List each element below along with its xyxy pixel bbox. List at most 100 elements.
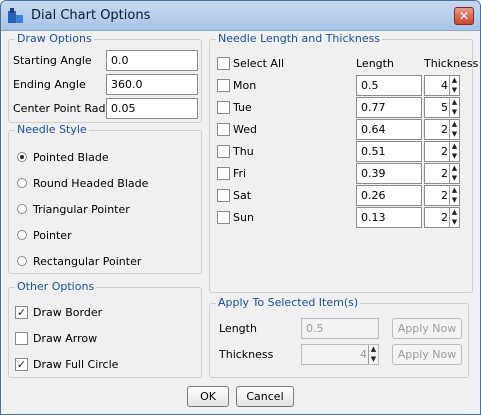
close-button[interactable]: ✕ (454, 7, 474, 25)
spin-up-icon[interactable]: ▲ (450, 98, 459, 107)
draw-full-circle-checkbox[interactable]: ✓ (15, 358, 28, 371)
wed-length-input[interactable]: 0.64 (356, 119, 422, 140)
center-radius-label: Center Point Radius (13, 102, 122, 115)
fri-thickness-spinner[interactable]: 2 ▲ ▼ (424, 163, 460, 184)
tue-label: Tue (233, 101, 252, 114)
fri-thickness-arrows[interactable]: ▲ ▼ (449, 164, 459, 183)
spin-down-icon[interactable]: ▼ (450, 86, 459, 95)
dialog-window: Dial Chart Options ✕ Draw Options Starti… (0, 0, 481, 415)
apply-thickness-spinner[interactable]: 4 ▲ ▼ (301, 344, 379, 365)
pointer-label[interactable]: Pointer (33, 229, 72, 242)
apply-length-input[interactable]: 0.5 (301, 318, 379, 339)
ending-angle-input[interactable]: 360.0 (106, 74, 198, 95)
needle-style-group: Needle Style Pointed Blade Round Headed … (8, 123, 202, 274)
spin-up-icon[interactable]: ▲ (450, 186, 459, 195)
apply-length-button[interactable]: Apply Now (392, 318, 462, 339)
sun-label: Sun (233, 211, 254, 224)
mon-thickness-spinner[interactable]: 4 ▲ ▼ (424, 75, 460, 96)
wed-checkbox[interactable] (217, 123, 230, 136)
spin-down-icon[interactable]: ▼ (450, 174, 459, 183)
sun-thickness-spinner[interactable]: 2 ▲ ▼ (424, 207, 460, 228)
starting-angle-label: Starting Angle (13, 54, 92, 67)
spin-up-icon[interactable]: ▲ (369, 345, 378, 354)
thu-length-input[interactable]: 0.51 (356, 141, 422, 162)
thu-thickness-arrows[interactable]: ▲ ▼ (449, 142, 459, 161)
sat-length-input[interactable]: 0.26 (356, 185, 422, 206)
tue-thickness-value: 5 (441, 101, 448, 114)
thu-thickness-spinner[interactable]: 2 ▲ ▼ (424, 141, 460, 162)
sun-thickness-value: 2 (441, 211, 448, 224)
sun-length-input[interactable]: 0.13 (356, 207, 422, 228)
tue-length-input[interactable]: 0.77 (356, 97, 422, 118)
ok-button[interactable]: OK (187, 386, 229, 407)
wed-thickness-arrows[interactable]: ▲ ▼ (449, 120, 459, 139)
wed-thickness-spinner[interactable]: 2 ▲ ▼ (424, 119, 460, 140)
apply-selected-legend: Apply To Selected Item(s) (216, 296, 361, 309)
fri-checkbox[interactable] (217, 167, 230, 180)
tue-thickness-arrows[interactable]: ▲ ▼ (449, 98, 459, 117)
mon-length-input[interactable]: 0.5 (356, 75, 422, 96)
spin-up-icon[interactable]: ▲ (450, 142, 459, 151)
needle-style-legend: Needle Style (15, 123, 89, 136)
select-all-checkbox[interactable] (217, 57, 230, 70)
spin-down-icon[interactable]: ▼ (450, 196, 459, 205)
center-radius-input[interactable]: 0.05 (106, 98, 198, 119)
cancel-button[interactable]: Cancel (236, 386, 294, 407)
chart-app-icon (8, 8, 23, 23)
draw-options-legend: Draw Options (15, 32, 94, 45)
rectangular-pointer-label[interactable]: Rectangular Pointer (33, 255, 141, 268)
other-options-legend: Other Options (15, 280, 97, 293)
apply-length-label: Length (219, 322, 257, 335)
fri-length-input[interactable]: 0.39 (356, 163, 422, 184)
spin-down-icon[interactable]: ▼ (369, 355, 378, 364)
spin-down-icon[interactable]: ▼ (450, 152, 459, 161)
apply-thickness-label: Thickness (219, 348, 274, 361)
needle-length-thickness-legend: Needle Length and Thickness (216, 32, 383, 45)
other-options-group: Other Options ✓ Draw Border Draw Arrow ✓… (8, 280, 202, 378)
title-bar[interactable]: Dial Chart Options ✕ (1, 1, 480, 31)
tue-checkbox[interactable] (217, 101, 230, 114)
round-headed-blade-radio[interactable] (17, 178, 27, 188)
triangular-pointer-label[interactable]: Triangular Pointer (33, 203, 130, 216)
needle-length-thickness-group: Needle Length and Thickness Select All L… (209, 32, 478, 293)
pointer-radio[interactable] (17, 230, 27, 240)
window-title: Dial Chart Options (31, 8, 151, 23)
apply-thickness-button[interactable]: Apply Now (392, 344, 462, 365)
apply-thickness-value: 4 (360, 348, 367, 361)
dialog-content: Draw Options Starting Angle 0.0 Ending A… (1, 31, 480, 414)
spin-up-icon[interactable]: ▲ (450, 76, 459, 85)
mon-thickness-arrows[interactable]: ▲ ▼ (449, 76, 459, 95)
draw-border-label[interactable]: Draw Border (33, 306, 102, 319)
tue-thickness-spinner[interactable]: 5 ▲ ▼ (424, 97, 460, 118)
sat-checkbox[interactable] (217, 189, 230, 202)
spin-down-icon[interactable]: ▼ (450, 218, 459, 227)
thu-label: Thu (233, 145, 254, 158)
spin-down-icon[interactable]: ▼ (450, 130, 459, 139)
draw-arrow-label[interactable]: Draw Arrow (33, 332, 97, 345)
apply-thickness-arrows[interactable]: ▲ ▼ (368, 345, 378, 364)
thickness-column-header: Thickness (424, 57, 479, 70)
spin-up-icon[interactable]: ▲ (450, 120, 459, 129)
thu-thickness-value: 2 (441, 145, 448, 158)
rectangular-pointer-radio[interactable] (17, 256, 27, 266)
thu-checkbox[interactable] (217, 145, 230, 158)
draw-border-checkbox[interactable]: ✓ (15, 306, 28, 319)
select-all-label[interactable]: Select All (233, 57, 284, 70)
pointed-blade-radio[interactable] (17, 152, 27, 162)
apply-selected-group: Apply To Selected Item(s) Length 0.5 App… (209, 296, 469, 378)
round-headed-blade-label[interactable]: Round Headed Blade (33, 177, 148, 190)
triangular-pointer-radio[interactable] (17, 204, 27, 214)
sun-thickness-arrows[interactable]: ▲ ▼ (449, 208, 459, 227)
draw-arrow-checkbox[interactable] (15, 332, 28, 345)
spin-up-icon[interactable]: ▲ (450, 208, 459, 217)
sun-checkbox[interactable] (217, 211, 230, 224)
spin-down-icon[interactable]: ▼ (450, 108, 459, 117)
pointed-blade-label[interactable]: Pointed Blade (33, 151, 109, 164)
starting-angle-input[interactable]: 0.0 (106, 50, 198, 71)
draw-full-circle-label[interactable]: Draw Full Circle (33, 358, 118, 371)
mon-checkbox[interactable] (217, 79, 230, 92)
sat-thickness-spinner[interactable]: 2 ▲ ▼ (424, 185, 460, 206)
sat-thickness-arrows[interactable]: ▲ ▼ (449, 186, 459, 205)
mon-thickness-value: 4 (441, 79, 448, 92)
spin-up-icon[interactable]: ▲ (450, 164, 459, 173)
